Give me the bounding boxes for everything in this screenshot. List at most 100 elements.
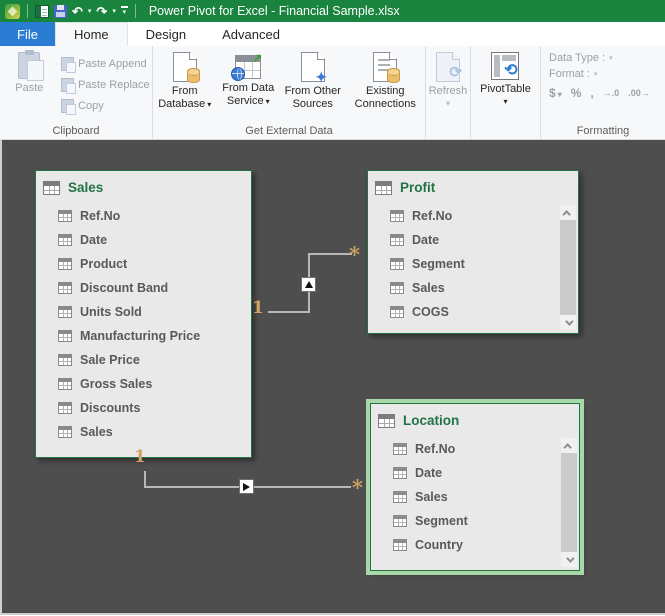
entity-header-profit[interactable]: Profit	[368, 171, 578, 200]
save-icon[interactable]	[54, 5, 67, 18]
table-field[interactable]: Gross Sales	[58, 372, 251, 396]
from-data-service-button[interactable]: ↗ From Data Service	[217, 50, 279, 107]
redo-dropdown-icon[interactable]: ▾	[112, 8, 116, 15]
table-field[interactable]: Segment	[393, 509, 559, 533]
table-field[interactable]: Sale Price	[58, 348, 251, 372]
scroll-down-icon[interactable]	[561, 552, 577, 567]
table-field[interactable]: Segment	[390, 252, 558, 276]
table-field[interactable]: Discounts	[58, 396, 251, 420]
entity-header-sales[interactable]: Sales	[36, 171, 251, 200]
field-label: Sales	[415, 490, 448, 504]
undo-icon[interactable]: ↶	[72, 5, 83, 18]
profit-scrollbar[interactable]	[560, 205, 576, 330]
tab-home[interactable]: Home	[55, 22, 128, 46]
field-label: Ref.No	[80, 209, 120, 223]
existing-connections-button[interactable]: Existing Connections	[346, 50, 424, 110]
scroll-up-icon[interactable]	[560, 205, 576, 220]
existing-connections-icon	[373, 52, 397, 82]
ribbon-group-clipboard: Paste Paste Append Paste Replace Copy Cl…	[0, 46, 152, 139]
format-dropdown[interactable]: Format : ▾	[549, 68, 665, 80]
relationship-direction-icon[interactable]	[239, 479, 254, 494]
pivottable-dropdown-icon[interactable]: ▾	[503, 99, 507, 105]
tab-advanced[interactable]: Advanced	[204, 22, 298, 46]
from-database-icon	[173, 52, 197, 82]
scroll-up-icon[interactable]	[561, 438, 577, 453]
field-label: COGS	[412, 305, 449, 319]
table-field[interactable]: Units Sold	[58, 300, 251, 324]
data-type-dropdown[interactable]: Data Type : ▾	[549, 52, 665, 64]
format-caret-icon: ▾	[594, 71, 598, 78]
field-label: Date	[80, 233, 107, 247]
field-grid-icon	[58, 354, 72, 366]
entity-table-profit[interactable]: Profit Ref.No DateSegmentSales COGS	[367, 170, 579, 334]
increase-decimal-button[interactable]: →.0	[603, 88, 620, 98]
window-title: Power Pivot for Excel - Financial Sample…	[149, 4, 400, 18]
diagram-canvas[interactable]: Sales Ref.No Date ProductDiscount BandUnit…	[0, 140, 665, 615]
tab-design[interactable]: Design	[128, 22, 204, 46]
table-field[interactable]: Sales	[390, 276, 558, 300]
location-scrollbar[interactable]	[561, 438, 577, 567]
table-field[interactable]: Discount Band	[58, 276, 251, 300]
field-grid-icon	[58, 306, 72, 318]
from-other-sources-button[interactable]: ✦ From Other Sources	[281, 50, 345, 110]
paste-button[interactable]: Paste	[6, 50, 52, 95]
cardinality-one: 1	[252, 300, 264, 317]
pivottable-icon: ⟲	[491, 52, 519, 80]
get-external-data-group-label: Get External Data	[153, 122, 425, 139]
entity-table-location[interactable]: Location Ref.No Date Sales SegmentCountry	[370, 403, 580, 571]
field-label: Sale Price	[80, 353, 140, 367]
scroll-down-icon[interactable]	[560, 315, 576, 330]
cardinality-many: *	[349, 244, 360, 265]
table-field[interactable]: Ref.No	[390, 204, 558, 228]
relationship-line[interactable]	[268, 311, 309, 313]
field-list-location: Ref.No Date Sales SegmentCountry	[371, 433, 579, 563]
from-database-button[interactable]: From Database	[154, 50, 216, 110]
field-list-profit: Ref.No DateSegmentSales COGS	[368, 200, 578, 330]
table-field[interactable]: Manufacturing Price	[58, 324, 251, 348]
field-grid-icon	[58, 426, 72, 438]
cardinality-many: *	[352, 477, 363, 498]
table-field[interactable]: Ref.No	[58, 204, 251, 228]
field-label: Ref.No	[412, 209, 452, 223]
redo-icon[interactable]: ↷	[96, 5, 107, 18]
table-field[interactable]: Ref.No	[393, 437, 559, 461]
copy-icon	[61, 99, 74, 113]
table-field[interactable]: Sales	[393, 485, 559, 509]
pivottable-button[interactable]: ⟲ PivotTable ▾	[480, 50, 531, 105]
percent-format-button[interactable]: %	[571, 86, 582, 100]
quick-access-dropdown-icon[interactable]: ▾	[121, 6, 128, 16]
refresh-button[interactable]: ⟳ Refresh ▾	[429, 50, 468, 107]
decrease-decimal-button[interactable]: .00→	[628, 88, 650, 98]
table-field[interactable]: Product	[58, 252, 251, 276]
relationship-line[interactable]	[308, 253, 352, 255]
thousands-format-button[interactable]: ,	[590, 86, 593, 100]
tab-file[interactable]: File	[0, 22, 55, 46]
table-field[interactable]: Date	[390, 228, 558, 252]
table-field[interactable]: Date	[58, 228, 251, 252]
field-grid-icon	[390, 234, 404, 246]
scrollbar-thumb[interactable]	[561, 453, 577, 552]
ribbon-group-formatting: Data Type : ▾ Format : ▾ $ % , →.0 .00→ …	[540, 46, 665, 139]
table-field[interactable]: Country	[393, 533, 559, 557]
entity-header-location[interactable]: Location	[371, 404, 579, 433]
field-label: Discounts	[80, 401, 140, 415]
table-field[interactable]: COGS	[390, 300, 558, 324]
undo-dropdown-icon[interactable]: ▾	[88, 8, 92, 15]
field-label: Ref.No	[415, 442, 455, 456]
cardinality-one: 1	[134, 449, 146, 466]
excel-icon[interactable]	[35, 5, 49, 18]
field-grid-icon	[393, 443, 407, 455]
ribbon-tab-bar: File Home Design Advanced	[0, 22, 665, 46]
relationship-direction-icon[interactable]	[301, 277, 316, 292]
refresh-dropdown-icon[interactable]: ▾	[446, 101, 450, 107]
entity-table-sales[interactable]: Sales Ref.No Date ProductDiscount BandUnit…	[35, 170, 252, 458]
paste-append-button[interactable]: Paste Append	[57, 53, 150, 74]
table-field[interactable]: Sales	[58, 420, 251, 444]
paste-replace-button[interactable]: Paste Replace	[57, 74, 150, 95]
field-grid-icon	[58, 234, 72, 246]
copy-button[interactable]: Copy	[57, 95, 150, 116]
field-grid-icon	[393, 515, 407, 527]
scrollbar-thumb[interactable]	[560, 220, 576, 315]
table-field[interactable]: Date	[393, 461, 559, 485]
currency-format-button[interactable]: $	[549, 86, 562, 100]
